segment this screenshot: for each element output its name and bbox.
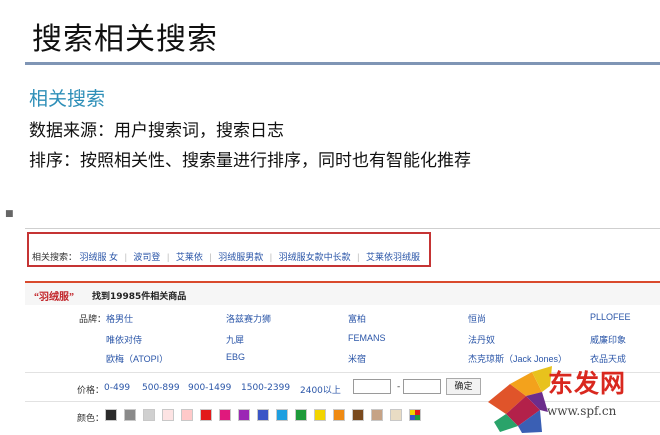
brand-link[interactable]: EBG [226, 352, 245, 362]
related-search-row: 相关搜索： 羽绒服 女 | 波司登 | 艾莱依 | 羽绒服男款 | 羽绒服女款中… [32, 250, 420, 263]
brand-link[interactable]: 九犀 [226, 333, 244, 346]
brand-link[interactable]: 米宿 [348, 352, 366, 365]
color-swatch[interactable] [143, 409, 155, 421]
separator: | [269, 252, 273, 262]
title-rule [25, 62, 660, 65]
subheading: 相关搜索 [29, 88, 106, 110]
separator: | [166, 252, 170, 262]
brand-link[interactable]: 格男仕 [106, 312, 133, 325]
related-search-label: 相关搜索： [32, 252, 78, 262]
related-link[interactable]: 艾莱依 [176, 252, 203, 262]
price-confirm-button[interactable]: 确定 [446, 378, 481, 395]
brand-label: 品牌： [79, 315, 107, 325]
color-swatch[interactable] [409, 409, 421, 421]
color-swatch[interactable] [295, 409, 307, 421]
price-range-link[interactable]: 0-499 [104, 383, 130, 393]
watermark-text: 东发网 [548, 369, 627, 398]
color-swatch[interactable] [105, 409, 117, 421]
related-link[interactable]: 羽绒服女款中长款 [279, 252, 351, 262]
slide-marker: ■ [5, 209, 14, 219]
brand-link[interactable]: 洛兹赛力狮 [226, 312, 271, 325]
related-link[interactable]: 羽绒服男款 [218, 252, 263, 262]
price-dash: - [397, 382, 401, 392]
separator: | [357, 252, 360, 262]
separator: | [209, 252, 212, 262]
related-link[interactable]: 羽绒服 女 [80, 252, 119, 262]
color-swatch[interactable] [162, 409, 174, 421]
data-source-line: 数据来源：用户搜索词，搜索日志 [29, 121, 284, 141]
brand-link[interactable]: PLLOFEE [590, 312, 631, 322]
related-link[interactable]: 艾莱依羽绒服 [366, 252, 420, 262]
color-swatch[interactable] [200, 409, 212, 421]
search-query: “羽绒服” [34, 292, 74, 303]
color-swatch[interactable] [314, 409, 326, 421]
brand-link[interactable]: 唯依对侍 [106, 333, 142, 346]
watermark-url: www.spf.cn [547, 404, 617, 418]
price-label: 价格： [77, 386, 105, 396]
brand-link[interactable]: 欧梅（ATOPI） [106, 352, 168, 365]
brand-link[interactable]: 富柏 [348, 312, 366, 325]
brand-link[interactable]: 恒尚 [468, 312, 486, 325]
result-count: 找到19985件相关商品 [92, 292, 187, 302]
price-range-link[interactable]: 500-899 [142, 383, 180, 393]
price-min-input[interactable] [353, 379, 391, 394]
color-swatch[interactable] [371, 409, 383, 421]
color-swatch[interactable] [333, 409, 345, 421]
color-swatch[interactable] [390, 409, 402, 421]
brand-link[interactable]: 威廉印象 [590, 333, 626, 346]
price-range-link[interactable]: 900-1499 [188, 383, 231, 393]
brand-link[interactable]: FEMANS [348, 333, 386, 343]
brand-link[interactable]: 法丹奴 [468, 333, 495, 346]
color-swatch[interactable] [352, 409, 364, 421]
related-link[interactable]: 波司登 [133, 252, 160, 262]
result-bar: “羽绒服” 找到19985件相关商品 [25, 281, 660, 305]
color-swatch[interactable] [257, 409, 269, 421]
sorting-line: 排序：按照相关性、搜索量进行排序，同时也有智能化推荐 [29, 151, 471, 171]
price-range-link[interactable]: 2400以上 [300, 383, 341, 396]
color-swatch[interactable] [124, 409, 136, 421]
color-label: 颜色： [77, 414, 105, 424]
color-swatch[interactable] [181, 409, 193, 421]
color-swatch[interactable] [219, 409, 231, 421]
color-swatch[interactable] [238, 409, 250, 421]
separator: | [124, 252, 127, 262]
slide-title: 搜索相关搜索 [32, 22, 218, 57]
color-swatch[interactable] [276, 409, 288, 421]
price-range-link[interactable]: 1500-2399 [241, 383, 290, 393]
price-max-input[interactable] [403, 379, 441, 394]
